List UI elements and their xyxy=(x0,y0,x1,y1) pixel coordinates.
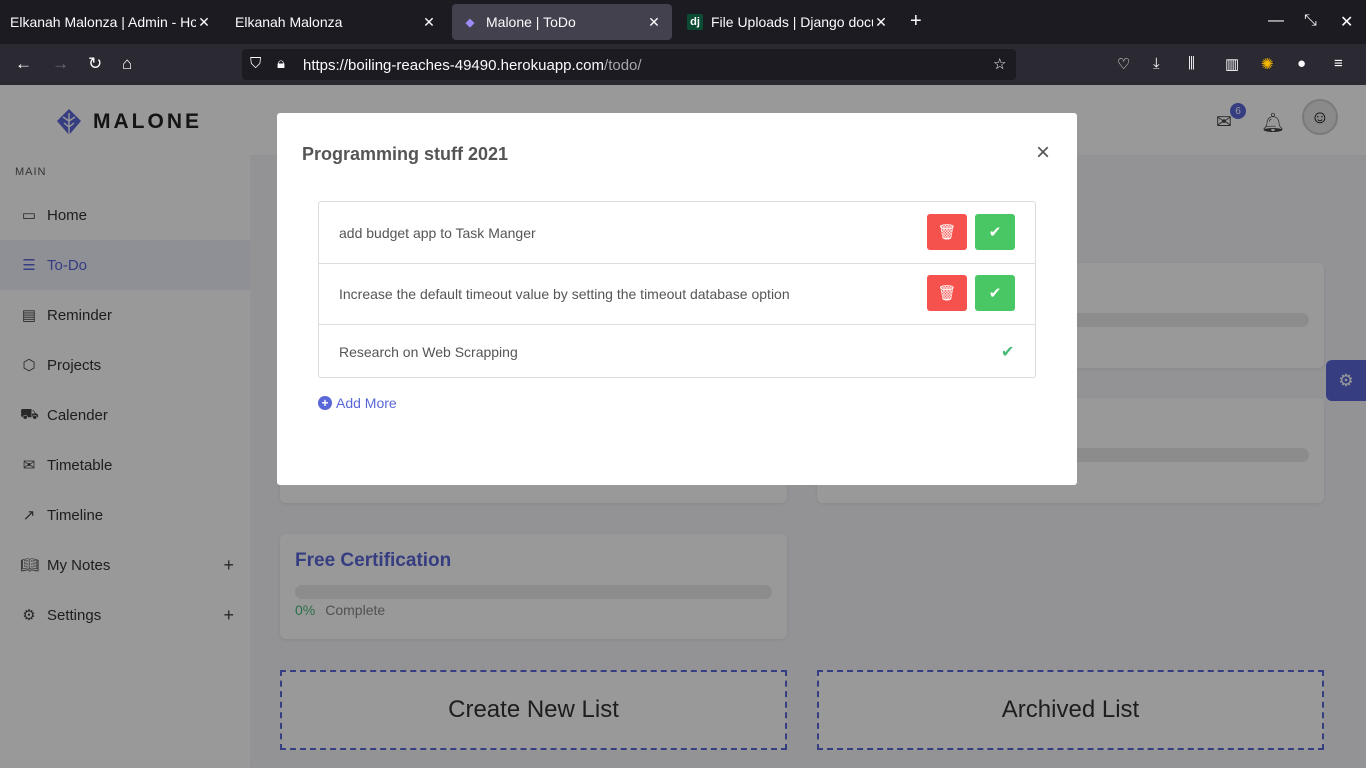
browser-tab[interactable]: Elkanah Malonza ✕ xyxy=(225,4,447,40)
delete-task-button[interactable]: 🗑︎ xyxy=(927,275,967,311)
browser-tab-bar: Elkanah Malonza | Admin - Ho ✕ Elkanah M… xyxy=(0,0,1366,44)
task-text: Research on Web Scrapping xyxy=(339,344,518,360)
delete-task-button[interactable]: 🗑︎ xyxy=(927,214,967,250)
todo-list-modal: Programming stuff 2021 × add budget app … xyxy=(277,113,1077,485)
complete-task-button[interactable]: ✔ xyxy=(975,214,1015,250)
task-item: add budget app to Task Manger 🗑︎ ✔ xyxy=(319,202,1035,264)
home-icon[interactable]: ⌂ xyxy=(122,54,132,74)
url-text: https://boiling-reaches-49490.herokuapp.… xyxy=(303,57,642,74)
plus-circle-icon: + xyxy=(318,396,332,410)
task-text: Increase the default timeout value by se… xyxy=(339,286,790,302)
trash-icon: 🗑︎ xyxy=(937,285,957,302)
trash-icon: 🗑︎ xyxy=(937,224,957,241)
menu-icon[interactable]: ≡ xyxy=(1334,55,1343,72)
lock-icon[interactable]: 🔒︎ xyxy=(277,55,285,72)
forward-icon[interactable]: → xyxy=(52,54,69,74)
back-icon[interactable]: ← xyxy=(15,54,32,74)
tab-title: Malone | ToDo xyxy=(486,14,576,30)
browser-tab[interactable]: Elkanah Malonza | Admin - Ho ✕ xyxy=(0,4,222,40)
address-bar[interactable]: ⛉ 🔒︎ https://boiling-reaches-49490.herok… xyxy=(242,49,1016,80)
complete-task-button[interactable]: ✔ xyxy=(975,275,1015,311)
tab-close-icon[interactable]: ✕ xyxy=(646,14,662,31)
browser-tab-active[interactable]: ◆ Malone | ToDo ✕ xyxy=(452,4,672,40)
extension-sun-icon[interactable]: ✺ xyxy=(1261,55,1274,73)
task-text: add budget app to Task Manger xyxy=(339,225,536,241)
browser-tab[interactable]: dj File Uploads | Django docu ✕ xyxy=(677,4,899,40)
browser-nav-bar: ← → ↻ ⌂ ⛉ 🔒︎ https://boiling-reaches-494… xyxy=(0,44,1366,85)
sidebar-icon[interactable]: ▥ xyxy=(1225,55,1239,73)
tab-close-icon[interactable]: ✕ xyxy=(873,14,889,31)
reload-icon[interactable]: ↻ xyxy=(88,54,102,74)
task-item-done: Research on Web Scrapping ✔ xyxy=(319,325,1035,378)
add-more-label: Add More xyxy=(336,395,397,411)
add-more-link[interactable]: + Add More xyxy=(318,395,397,411)
extension-ball-icon[interactable]: ● xyxy=(1297,55,1306,72)
task-list: add budget app to Task Manger 🗑︎ ✔ Incre… xyxy=(318,201,1036,378)
tab-close-icon[interactable]: ✕ xyxy=(421,14,437,31)
shield-icon[interactable]: ⛉ xyxy=(250,55,261,72)
window-close-icon[interactable]: ✕ xyxy=(1340,12,1353,32)
modal-title: Programming stuff 2021 xyxy=(302,144,509,164)
tab-title: Elkanah Malonza | Admin - Ho xyxy=(10,14,196,30)
library-icon[interactable]: ⫼ xyxy=(1188,55,1195,72)
bookmark-star-icon[interactable]: ☆ xyxy=(993,55,1006,73)
restore-icon[interactable]: ⤡ xyxy=(1304,12,1317,30)
pocket-icon[interactable]: ♡ xyxy=(1117,55,1130,73)
minimize-icon[interactable]: — xyxy=(1268,12,1284,30)
close-icon[interactable]: × xyxy=(1036,139,1050,167)
check-icon: ✔ xyxy=(988,285,1002,302)
tab-title: File Uploads | Django docu xyxy=(711,14,873,30)
malone-favicon-icon: ◆ xyxy=(465,16,475,29)
django-favicon-icon: dj xyxy=(687,14,703,30)
download-icon[interactable]: ⤓ xyxy=(1153,55,1160,72)
check-icon: ✔ xyxy=(988,224,1002,241)
tab-title: Elkanah Malonza xyxy=(235,14,343,30)
task-item: Increase the default timeout value by se… xyxy=(319,264,1035,325)
done-check-icon: ✔ xyxy=(1001,344,1015,361)
tab-close-icon[interactable]: ✕ xyxy=(196,14,212,31)
new-tab-icon[interactable]: + xyxy=(910,10,922,33)
